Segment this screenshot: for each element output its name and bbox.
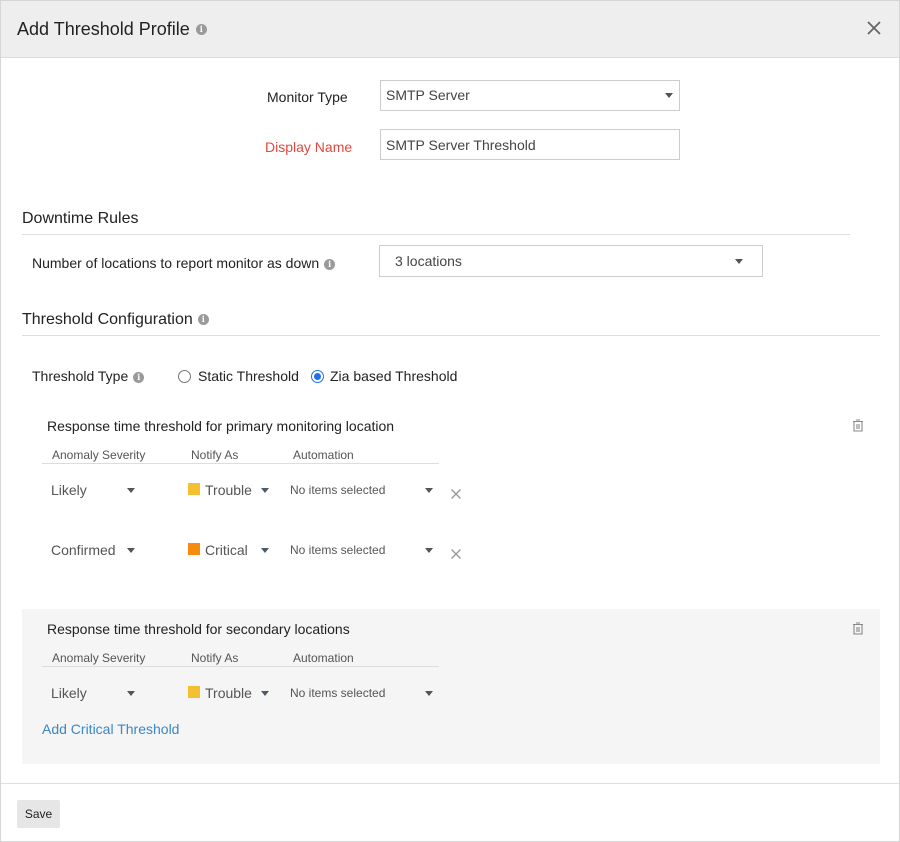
close-button[interactable] bbox=[865, 19, 885, 39]
threshold-type-label: Threshold Type i bbox=[32, 368, 145, 384]
info-icon[interactable]: i bbox=[195, 23, 207, 35]
monitor-type-label: Monitor Type bbox=[267, 89, 348, 105]
display-name-label: Display Name bbox=[265, 139, 353, 155]
chevron-down-icon[interactable] bbox=[127, 488, 135, 493]
locations-label-text: Number of locations to report monitor as… bbox=[32, 255, 320, 271]
chevron-down-icon bbox=[665, 93, 673, 98]
add-threshold-profile-dialog: Add Threshold Profile i Monitor Type SMTP… bbox=[0, 0, 900, 842]
remove-row-icon[interactable] bbox=[450, 488, 462, 500]
zia-threshold-radio[interactable] bbox=[311, 370, 324, 383]
static-threshold-radio[interactable] bbox=[178, 370, 191, 383]
severity-select[interactable]: Likely bbox=[51, 482, 87, 498]
dialog-title: Add Threshold Profile i bbox=[17, 19, 207, 40]
info-icon[interactable]: i bbox=[324, 258, 336, 270]
chevron-down-icon[interactable] bbox=[127, 691, 135, 696]
threshold-config-divider bbox=[22, 335, 880, 336]
remove-row-icon[interactable] bbox=[450, 548, 462, 560]
trouble-swatch bbox=[188, 483, 200, 495]
locations-value: 3 locations bbox=[395, 253, 462, 269]
automation-select[interactable]: No items selected bbox=[290, 543, 385, 557]
col-anomaly-severity: Anomaly Severity bbox=[52, 448, 146, 462]
automation-select[interactable]: No items selected bbox=[290, 483, 385, 497]
trouble-swatch bbox=[188, 686, 200, 698]
display-name-input[interactable] bbox=[380, 129, 680, 160]
automation-select[interactable]: No items selected bbox=[290, 686, 385, 700]
downtime-rules-title: Downtime Rules bbox=[22, 210, 139, 227]
secondary-header-divider bbox=[42, 666, 439, 667]
close-icon bbox=[867, 21, 881, 35]
footer-divider bbox=[1, 783, 899, 784]
chevron-down-icon[interactable] bbox=[425, 488, 433, 493]
notify-select[interactable]: Trouble bbox=[205, 685, 252, 701]
primary-block-title: Response time threshold for primary moni… bbox=[47, 418, 395, 434]
threshold-type-label-text: Threshold Type bbox=[32, 368, 129, 384]
monitor-type-select[interactable]: SMTP Server bbox=[380, 80, 680, 111]
notify-select[interactable]: Trouble bbox=[205, 482, 252, 498]
threshold-config-title: Threshold Configuration i bbox=[22, 311, 209, 329]
dialog-title-text: Add Threshold Profile bbox=[17, 19, 190, 39]
save-button[interactable]: Save bbox=[17, 800, 60, 828]
info-icon[interactable]: i bbox=[133, 371, 145, 383]
trash-icon[interactable] bbox=[852, 622, 864, 635]
col-notify-as: Notify As bbox=[191, 651, 239, 665]
chevron-down-icon[interactable] bbox=[425, 548, 433, 553]
trash-icon[interactable] bbox=[852, 419, 864, 432]
chevron-down-icon[interactable] bbox=[261, 548, 269, 553]
chevron-down-icon bbox=[735, 259, 743, 264]
critical-swatch bbox=[188, 543, 200, 555]
zia-threshold-label[interactable]: Zia based Threshold bbox=[330, 368, 457, 384]
locations-select[interactable]: 3 locations bbox=[379, 245, 763, 277]
dialog-header: Add Threshold Profile i bbox=[1, 1, 899, 58]
add-critical-threshold-link[interactable]: Add Critical Threshold bbox=[42, 721, 179, 737]
notify-select[interactable]: Critical bbox=[205, 542, 248, 558]
chevron-down-icon[interactable] bbox=[261, 488, 269, 493]
chevron-down-icon[interactable] bbox=[425, 691, 433, 696]
info-icon[interactable]: i bbox=[197, 314, 209, 326]
severity-select[interactable]: Confirmed bbox=[51, 542, 116, 558]
primary-header-divider bbox=[42, 463, 439, 464]
downtime-divider bbox=[22, 234, 850, 235]
col-anomaly-severity: Anomaly Severity bbox=[52, 651, 146, 665]
locations-label: Number of locations to report monitor as… bbox=[32, 255, 336, 271]
monitor-type-value: SMTP Server bbox=[386, 87, 470, 103]
col-automation: Automation bbox=[293, 651, 354, 665]
col-automation: Automation bbox=[293, 448, 354, 462]
chevron-down-icon[interactable] bbox=[127, 548, 135, 553]
threshold-config-title-text: Threshold Configuration bbox=[22, 311, 193, 328]
chevron-down-icon[interactable] bbox=[261, 691, 269, 696]
static-threshold-label[interactable]: Static Threshold bbox=[198, 368, 299, 384]
secondary-block-title: Response time threshold for secondary lo… bbox=[47, 621, 350, 637]
severity-select[interactable]: Likely bbox=[51, 685, 87, 701]
col-notify-as: Notify As bbox=[191, 448, 239, 462]
